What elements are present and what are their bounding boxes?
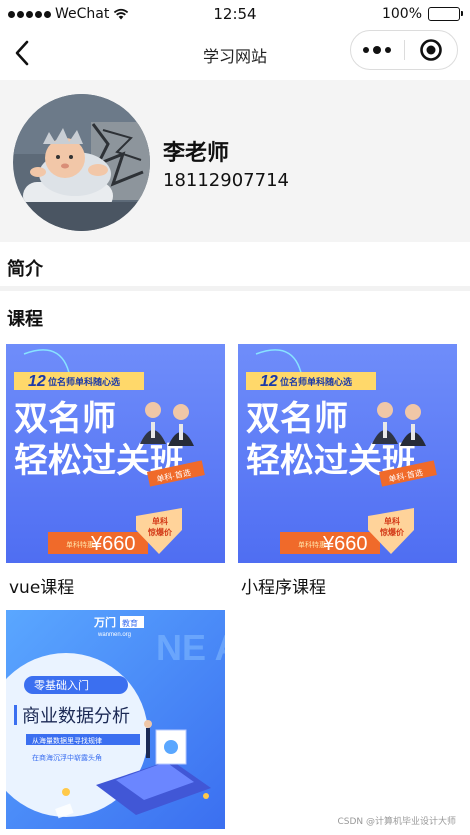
menu-capsule <box>350 30 458 70</box>
target-close-icon <box>419 39 442 61</box>
course-banner-image: 12 位名师单科随心选 双名师 轻松过关班 单科·首选 单科特惠 ¥660 单科… <box>238 344 457 563</box>
more-dot-icon <box>363 47 370 53</box>
baby-photo <box>13 94 150 231</box>
close-miniprogram-button[interactable] <box>404 31 457 69</box>
svg-text:单科: 单科 <box>152 516 168 526</box>
course-card[interactable]: NE AN 万门 教育 wanmen.org 零基础入门 商业数据分析 从海量数… <box>6 610 225 835</box>
more-button[interactable] <box>351 31 404 69</box>
teacher-phone: 18112907714 <box>163 170 289 191</box>
banner-title-1: 双名师 <box>246 400 348 438</box>
banner-price-prefix: 单科特惠 <box>66 540 94 549</box>
battery-percent: 100% <box>381 6 422 22</box>
banner-sub-1: 从海量数据里寻找规律 <box>32 736 102 745</box>
more-dot-icon <box>385 47 392 53</box>
course-banner-image: 12 位名师单科随心选 双名师 轻松过关班 单科·首选 单科特惠 ¥660 单科… <box>6 344 225 563</box>
more-dot-icon <box>373 46 382 54</box>
svg-text:惊爆价: 惊爆价 <box>147 527 173 537</box>
course-banner-image: NE AN 万门 教育 wanmen.org 零基础入门 商业数据分析 从海量数… <box>6 610 225 829</box>
nav-bar: 学习网站 <box>0 28 470 80</box>
course-title: vue课程 <box>9 578 75 598</box>
banner-pill: 零基础入门 <box>34 678 89 692</box>
svg-text:单科: 单科 <box>384 516 400 526</box>
banner-bg-letters: NE AN <box>156 627 225 668</box>
status-right: 100% <box>381 6 463 22</box>
banner-price-prefix: 单科特惠 <box>298 540 326 549</box>
banner-price: ¥660 <box>322 533 368 555</box>
courses-heading: 课程 <box>7 309 43 330</box>
intro-heading: 简介 <box>7 259 43 280</box>
course-card[interactable]: 12 位名师单科随心选 双名师 轻松过关班 单科·首选 单科特惠 ¥660 单科… <box>6 344 225 598</box>
banner-course-title: 商业数据分析 <box>22 706 130 726</box>
banner-title-1: 双名师 <box>14 400 116 438</box>
banner-brand-tag: 教育 <box>122 618 138 628</box>
teacher-name: 李老师 <box>163 141 230 166</box>
status-bar: WeChat 12:54 100% <box>0 0 470 28</box>
banner-brand: 万门 <box>93 615 116 629</box>
banner-badge-text: 位名师单科随心选 <box>280 376 352 387</box>
banner-price: ¥660 <box>90 533 136 555</box>
banner-brand-site: wanmen.org <box>97 632 131 638</box>
watermark: CSDN @计算机毕业设计大师 <box>337 817 456 827</box>
section-divider <box>0 286 470 291</box>
battery-icon <box>428 7 463 21</box>
svg-text:惊爆价: 惊爆价 <box>379 527 405 537</box>
avatar[interactable] <box>13 94 150 231</box>
course-card[interactable]: 12 位名师单科随心选 双名师 轻松过关班 单科·首选 单科特惠 ¥660 单科… <box>238 344 457 598</box>
banner-badge-number: 12 <box>28 373 46 390</box>
banner-badge-text: 位名师单科随心选 <box>48 376 120 387</box>
banner-badge-number: 12 <box>260 373 278 390</box>
banner-sub-2: 在商海沉浮中崭露头角 <box>32 753 102 762</box>
course-title: 小程序课程 <box>241 578 326 598</box>
teacher-profile: 李老师 18112907714 <box>0 80 470 242</box>
